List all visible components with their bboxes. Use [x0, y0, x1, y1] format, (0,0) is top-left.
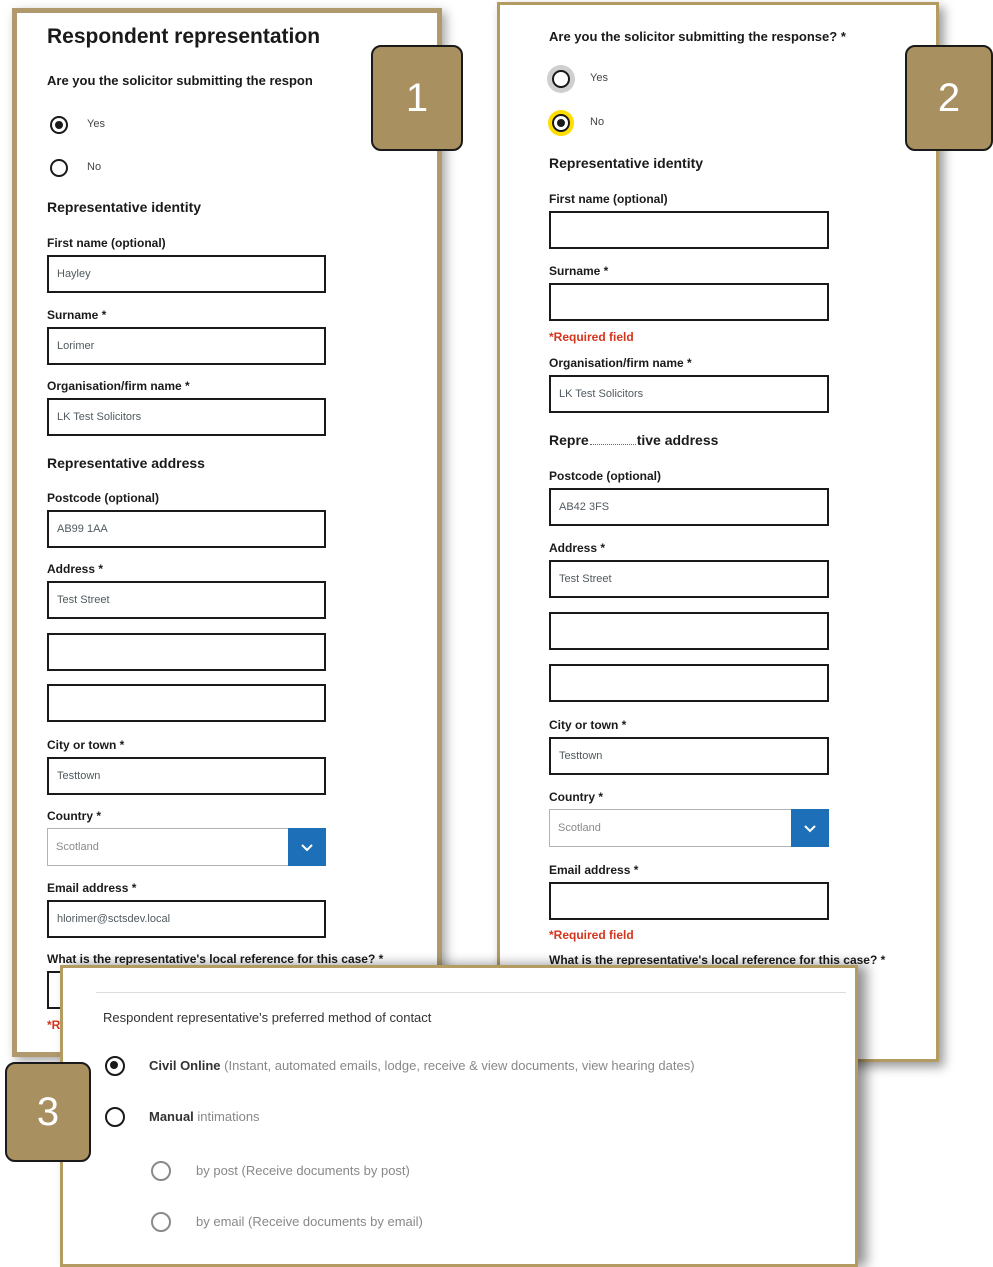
postcode-label: Postcode (optional)	[549, 469, 661, 483]
country-value: Scotland	[558, 822, 601, 834]
yes-radio[interactable]	[50, 116, 68, 134]
first-name-input[interactable]: Hayley	[47, 255, 326, 293]
first-name-input[interactable]	[549, 211, 829, 249]
solicitor-question: Are you the solicitor submitting the res…	[47, 73, 313, 88]
country-select[interactable]: Scotland	[47, 828, 326, 866]
email-input[interactable]	[549, 882, 829, 920]
country-select[interactable]: Scotland	[549, 809, 829, 847]
page-title: Respondent representation	[47, 25, 321, 48]
address-line-2-input[interactable]	[47, 633, 326, 671]
yes-label: Yes	[87, 118, 105, 130]
email-label: Email address *	[47, 881, 137, 895]
by-post-label: by post (Receive documents by post)	[196, 1163, 410, 1178]
surname-label: Surname *	[549, 264, 609, 278]
step-badge-2: 2	[905, 45, 993, 151]
country-label: Country *	[549, 790, 603, 804]
city-input[interactable]: Testtown	[549, 737, 829, 775]
panel-3-preferred-contact: Respondent representative's preferred me…	[60, 965, 858, 1267]
chevron-down-icon[interactable]	[791, 809, 829, 847]
address-heading-end: tive address	[636, 432, 719, 448]
panel-1-respondent-representation: Respondent representation Are you the so…	[12, 8, 442, 1057]
first-name-label: First name (optional)	[47, 236, 166, 250]
panel-2-respondent-representation: Are you the solicitor submitting the res…	[497, 2, 939, 1062]
solicitor-question: Are you the solicitor submitting the res…	[549, 29, 846, 44]
city-input[interactable]: Testtown	[47, 757, 326, 795]
first-name-label: First name (optional)	[549, 192, 668, 206]
no-radio[interactable]	[552, 114, 570, 132]
address-line-2-input[interactable]	[549, 612, 829, 650]
postcode-input[interactable]: AB99 1AA	[47, 510, 326, 548]
civil-online-label: Civil Online	[149, 1058, 221, 1073]
by-post-radio[interactable]	[151, 1161, 171, 1181]
address-line-1-input[interactable]: Test Street	[47, 581, 326, 619]
yes-radio[interactable]	[552, 70, 570, 88]
address-line-3-input[interactable]	[47, 684, 326, 722]
surname-input[interactable]: Lorimer	[47, 327, 326, 365]
address-heading: Repre tive address	[549, 432, 718, 448]
city-label: City or town *	[549, 718, 627, 732]
org-input[interactable]: LK Test Solicitors	[549, 375, 829, 413]
by-email-radio[interactable]	[151, 1212, 171, 1232]
address-label: Address *	[549, 541, 606, 555]
obscured-text	[589, 439, 636, 445]
country-label: Country *	[47, 809, 101, 823]
no-label: No	[87, 161, 102, 173]
manual-label: Manual	[149, 1109, 194, 1124]
email-input[interactable]: hlorimer@sctsdev.local	[47, 900, 326, 938]
no-radio[interactable]	[50, 159, 68, 177]
yes-label: Yes	[590, 72, 608, 84]
country-value: Scotland	[56, 841, 99, 853]
org-label: Organisation/firm name *	[549, 356, 692, 370]
postcode-label: Postcode (optional)	[47, 491, 159, 505]
org-input[interactable]: LK Test Solicitors	[47, 398, 326, 436]
contact-method-heading: Respondent representative's preferred me…	[103, 1010, 432, 1025]
email-label: Email address *	[549, 863, 639, 877]
required-field-message: *R	[47, 1018, 61, 1032]
step-badge-3: 3	[5, 1062, 91, 1162]
no-label: No	[590, 116, 605, 128]
identity-heading: Representative identity	[549, 155, 704, 171]
org-label: Organisation/firm name *	[47, 379, 190, 393]
divider	[96, 992, 846, 993]
step-badge-1: 1	[371, 45, 463, 151]
address-heading-start: Repre	[549, 432, 589, 448]
postcode-input[interactable]: AB42 3FS	[549, 488, 829, 526]
surname-input[interactable]	[549, 283, 829, 321]
identity-heading: Representative identity	[47, 199, 202, 215]
surname-required-message: *Required field	[549, 330, 634, 344]
reference-label: What is the representative's local refer…	[47, 952, 384, 966]
civil-online-option: Civil Online (Instant, automated emails,…	[149, 1058, 695, 1073]
manual-description: intimations	[197, 1109, 260, 1124]
surname-label: Surname *	[47, 308, 107, 322]
city-label: City or town *	[47, 738, 125, 752]
by-email-label: by email (Receive documents by email)	[196, 1214, 423, 1229]
civil-online-radio[interactable]	[105, 1056, 125, 1076]
manual-option: Manual intimations	[149, 1109, 260, 1124]
manual-radio[interactable]	[105, 1107, 125, 1127]
civil-online-description: (Instant, automated emails, lodge, recei…	[224, 1058, 695, 1073]
chevron-down-icon[interactable]	[288, 828, 326, 866]
address-label: Address *	[47, 562, 104, 576]
address-heading: Representative address	[47, 455, 205, 471]
address-line-1-input[interactable]: Test Street	[549, 560, 829, 598]
email-required-message: *Required field	[549, 928, 634, 942]
address-line-3-input[interactable]	[549, 664, 829, 702]
